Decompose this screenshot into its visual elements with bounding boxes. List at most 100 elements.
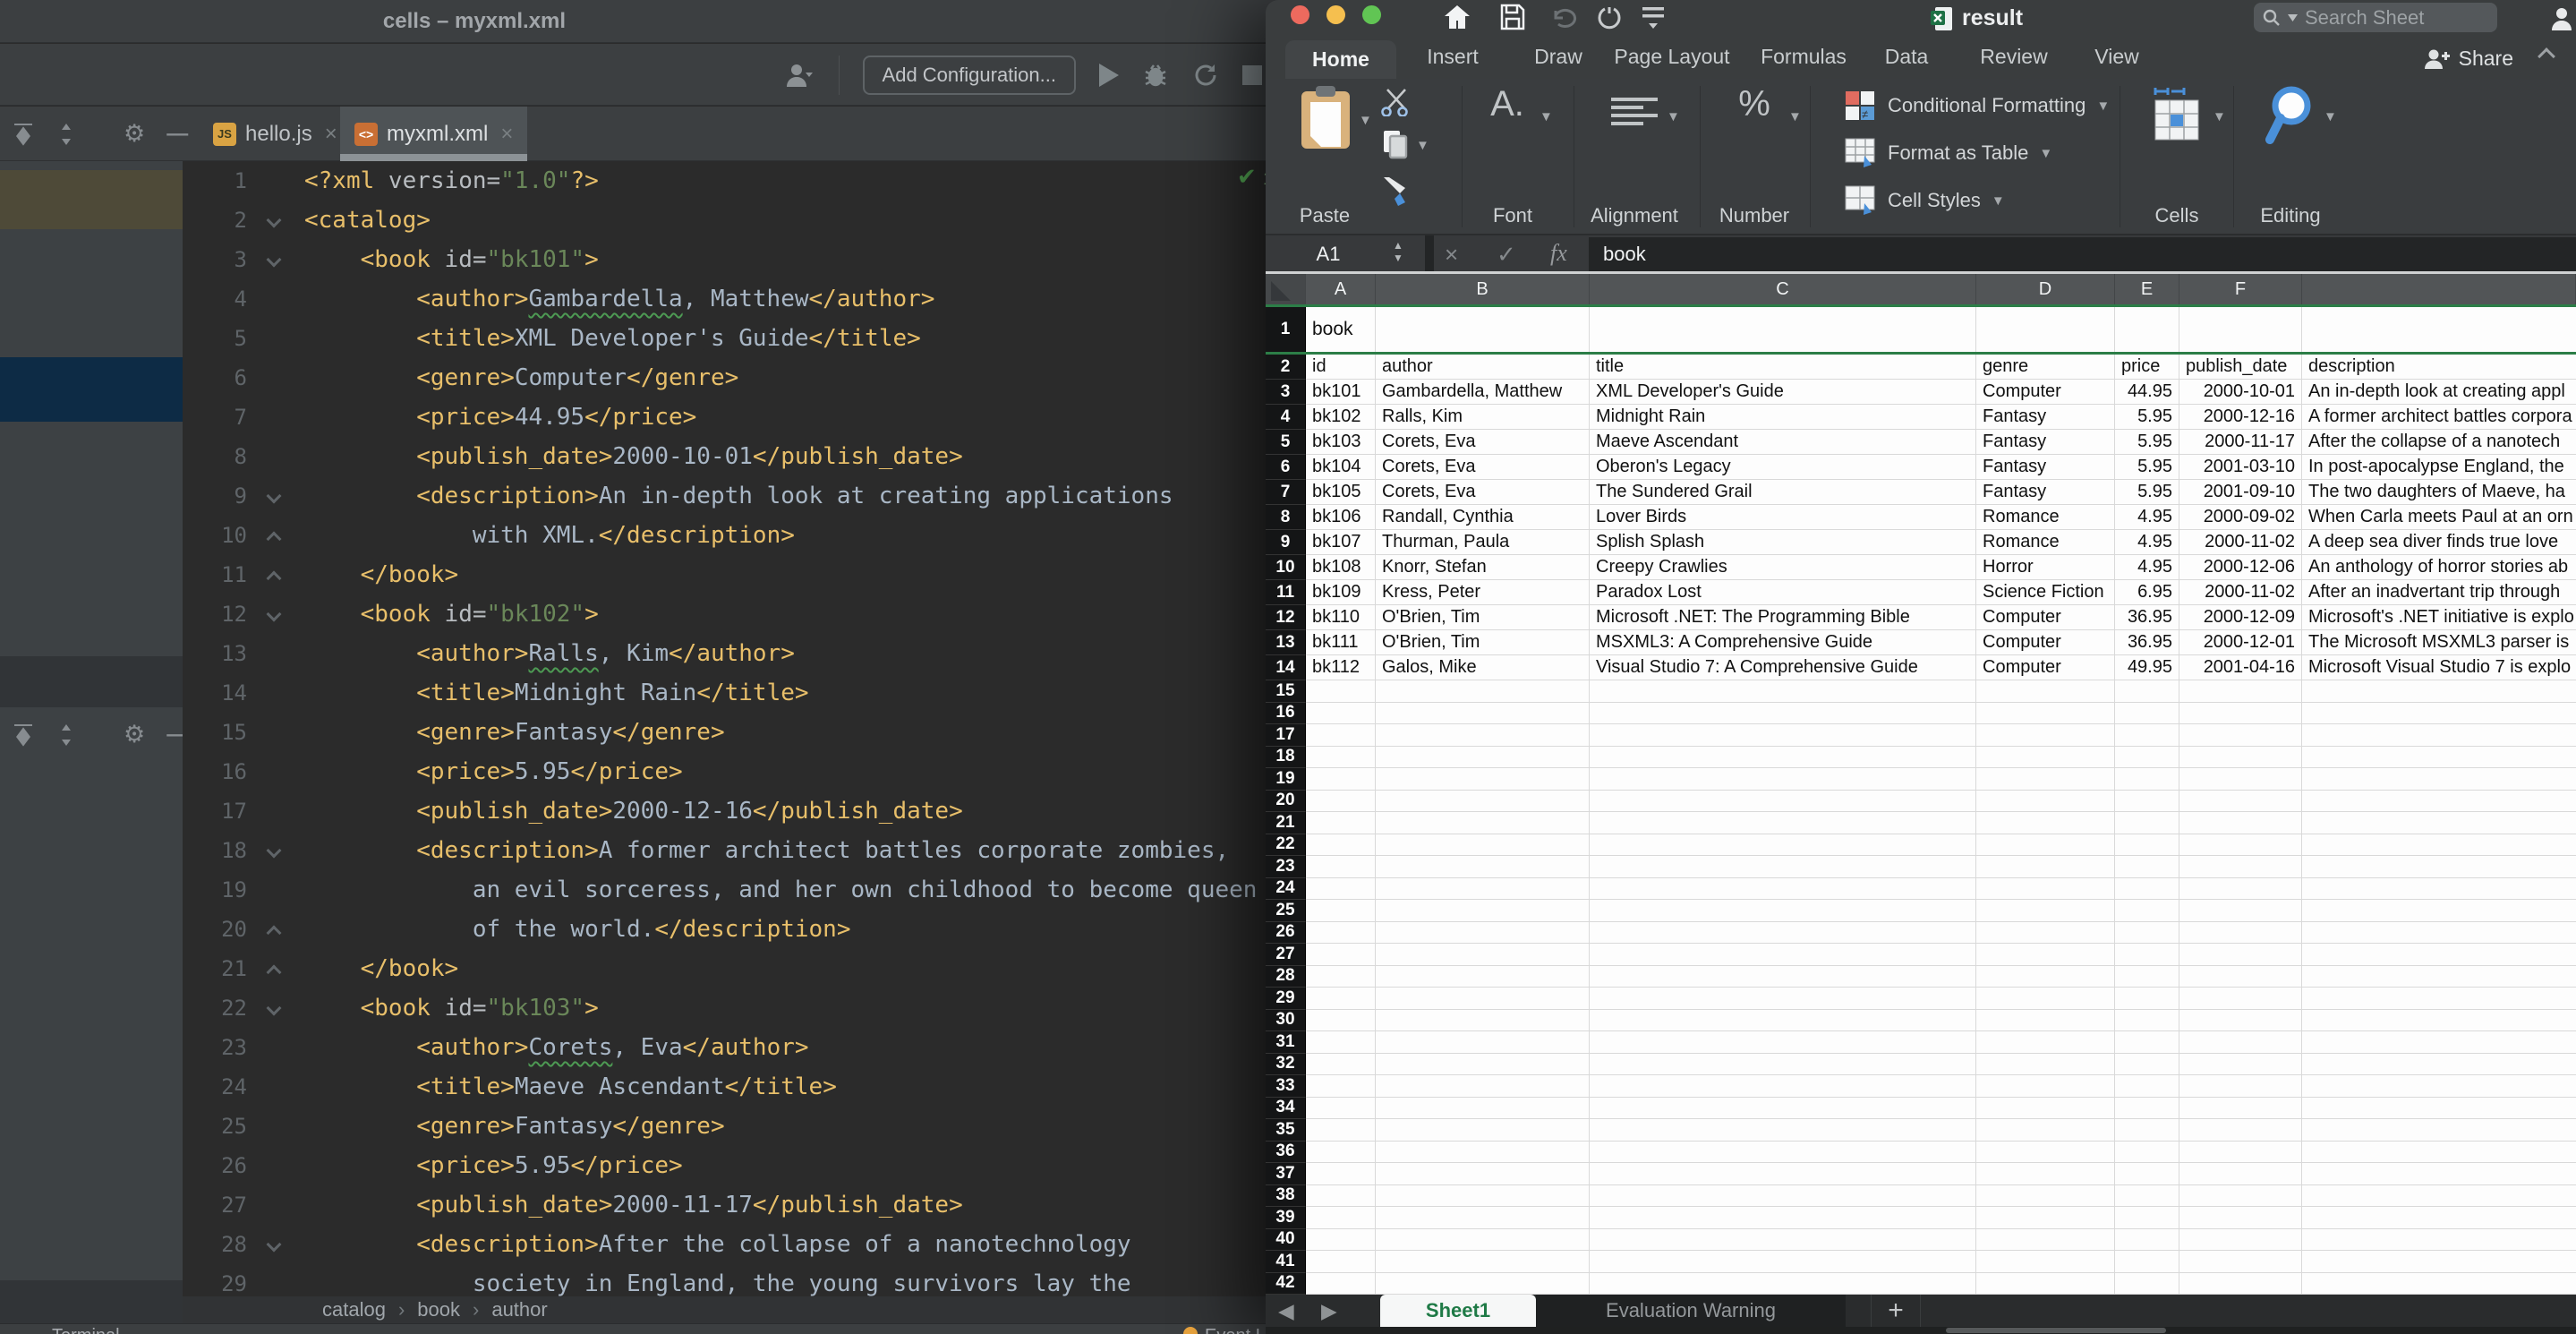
cell[interactable] — [1976, 1119, 2115, 1142]
cell[interactable] — [2302, 812, 2576, 834]
cell[interactable] — [1976, 1010, 2115, 1032]
cell[interactable] — [1976, 922, 2115, 945]
cell[interactable] — [2179, 856, 2302, 878]
row-header[interactable]: 30 — [1266, 1010, 1306, 1032]
column-header[interactable] — [2302, 274, 2576, 304]
row-header[interactable]: 35 — [1266, 1119, 1306, 1142]
row-header[interactable]: 21 — [1266, 812, 1306, 834]
cell[interactable] — [1376, 1098, 1590, 1120]
cell[interactable] — [2179, 1031, 2302, 1054]
cell[interactable] — [1376, 768, 1590, 791]
ribbon-tab-insert[interactable]: Insert — [1427, 45, 1479, 69]
cell[interactable] — [1590, 1031, 1976, 1054]
tab-hello-js[interactable]: JS hello.js × — [199, 107, 352, 161]
fold-marker-icon[interactable] — [267, 607, 282, 622]
cell[interactable] — [1590, 1163, 1976, 1185]
cell[interactable]: bk111 — [1306, 630, 1376, 655]
cells-dropdown-caret[interactable]: ▼ — [2213, 109, 2226, 124]
undo-icon[interactable] — [1550, 4, 1581, 30]
cell[interactable]: 2000-10-01 — [2179, 380, 2302, 405]
cell[interactable]: bk109 — [1306, 580, 1376, 605]
cell-grid[interactable]: 1book2idauthortitlegenrepricepublish_dat… — [1266, 304, 2576, 1295]
row-header[interactable]: 18 — [1266, 747, 1306, 769]
cell[interactable]: Microsoft Visual Studio 7 is explo — [2302, 655, 2576, 680]
breadcrumb-item[interactable]: catalog — [322, 1298, 386, 1321]
number-dropdown-caret[interactable]: ▼ — [1788, 109, 1802, 124]
cell[interactable] — [2115, 307, 2179, 352]
row-header[interactable]: 6 — [1266, 455, 1306, 480]
cell[interactable] — [1306, 988, 1376, 1010]
cell[interactable]: After the collapse of a nanotech — [2302, 430, 2576, 455]
cell[interactable] — [1976, 703, 2115, 725]
cell[interactable] — [2115, 1010, 2179, 1032]
cell[interactable] — [1376, 307, 1590, 352]
customize-toolbar-icon[interactable] — [1642, 4, 1665, 30]
cell[interactable] — [2179, 1207, 2302, 1229]
cell[interactable] — [2302, 1185, 2576, 1208]
cell[interactable] — [1376, 1207, 1590, 1229]
paste-dropdown-caret[interactable]: ▼ — [1359, 113, 1372, 128]
horizontal-scrollbar[interactable] — [1266, 1327, 2576, 1334]
code-line[interactable]: 19 an evil sorceress, and her own childh… — [183, 870, 1343, 910]
cell[interactable] — [1976, 1142, 2115, 1164]
code-line[interactable]: 17 <publish_date>2000-12-16</publish_dat… — [183, 791, 1343, 831]
cell[interactable] — [2179, 1273, 2302, 1296]
cell[interactable]: 2001-04-16 — [2179, 655, 2302, 680]
cell-styles-button[interactable]: Cell Styles▼ — [1845, 183, 2005, 218]
ribbon-tab-draw[interactable]: Draw — [1534, 45, 1582, 69]
alignment-dropdown-caret[interactable]: ▼ — [1667, 109, 1680, 124]
cell[interactable] — [1976, 900, 2115, 922]
cell[interactable] — [2115, 878, 2179, 901]
cell[interactable]: 2000-12-09 — [2179, 605, 2302, 630]
font-label[interactable]: Font — [1493, 204, 1532, 227]
cell[interactable]: 49.95 — [2115, 655, 2179, 680]
row-header[interactable]: 16 — [1266, 703, 1306, 725]
code-line[interactable]: 22 <book id="bk103"> — [183, 988, 1343, 1028]
code-line[interactable]: 14 <title>Midnight Rain</title> — [183, 673, 1343, 713]
format-as-table-button[interactable]: Format as Table▼ — [1845, 135, 2052, 171]
code-line[interactable]: 9 <description>An in-depth look at creat… — [183, 476, 1343, 516]
cell[interactable] — [1590, 1142, 1976, 1164]
cell[interactable] — [2179, 307, 2302, 352]
close-icon[interactable]: × — [325, 122, 337, 147]
cell[interactable]: Oberon's Legacy — [1590, 455, 1976, 480]
cell[interactable] — [1306, 966, 1376, 988]
cell[interactable]: bk103 — [1306, 430, 1376, 455]
cell[interactable] — [1306, 1207, 1376, 1229]
cell[interactable] — [1976, 307, 2115, 352]
cell[interactable]: 4.95 — [2115, 555, 2179, 580]
row-header[interactable]: 24 — [1266, 878, 1306, 901]
cell[interactable] — [2115, 791, 2179, 813]
cell[interactable] — [1976, 1229, 2115, 1252]
redo-reset-icon[interactable] — [1595, 4, 1624, 32]
cell[interactable] — [1376, 1054, 1590, 1076]
cell[interactable] — [1306, 812, 1376, 834]
cell[interactable]: A deep sea diver finds true love — [2302, 530, 2576, 555]
cell[interactable] — [1376, 1229, 1590, 1252]
cell[interactable]: genre — [1976, 355, 2115, 380]
row-header[interactable]: 37 — [1266, 1163, 1306, 1185]
cell[interactable]: Gambardella, Matthew — [1376, 380, 1590, 405]
cell[interactable]: Randall, Cynthia — [1376, 505, 1590, 530]
cell[interactable]: Midnight Rain — [1590, 405, 1976, 430]
cell[interactable] — [1376, 1031, 1590, 1054]
cell[interactable] — [2179, 834, 2302, 857]
code-line[interactable]: 25 <genre>Fantasy</genre> — [183, 1107, 1343, 1146]
cell[interactable] — [1590, 703, 1976, 725]
fold-marker-icon[interactable] — [267, 926, 282, 941]
cell[interactable] — [2302, 1031, 2576, 1054]
breadcrumb-item[interactable]: author — [491, 1298, 547, 1321]
alignment-label[interactable]: Alignment — [1591, 204, 1678, 227]
cell[interactable]: 2000-11-17 — [2179, 430, 2302, 455]
user-profile-icon[interactable] — [785, 62, 815, 89]
settings-gear-icon[interactable]: ⚙ — [124, 122, 145, 146]
number-label[interactable]: Number — [1719, 204, 1789, 227]
cell[interactable] — [1976, 834, 2115, 857]
code-line[interactable]: 4 <author>Gambardella, Matthew</author> — [183, 279, 1343, 319]
cell[interactable] — [1976, 680, 2115, 703]
cell[interactable] — [1976, 1163, 2115, 1185]
cell[interactable]: 5.95 — [2115, 480, 2179, 505]
cell[interactable] — [1376, 747, 1590, 769]
run-with-coverage-icon[interactable] — [1192, 62, 1219, 89]
paste-clipboard-icon[interactable] — [1298, 86, 1353, 152]
